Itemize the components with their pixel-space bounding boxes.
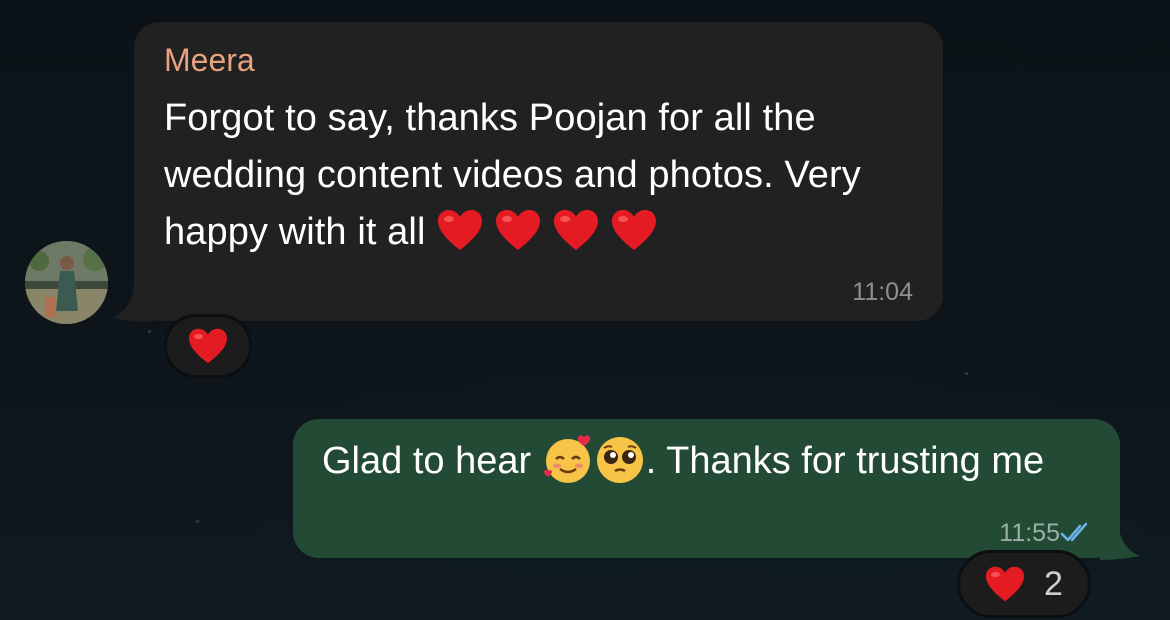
heart-icon xyxy=(553,210,598,250)
heart-icon xyxy=(611,210,656,250)
incoming-message-text: Forgot to say, thanks Poojan for all the… xyxy=(164,90,924,261)
avatar[interactable] xyxy=(25,241,108,324)
incoming-message-bubble[interactable]: Meera Forgot to say, thanks Poojan for a… xyxy=(134,22,943,321)
pleading-face-icon xyxy=(596,437,643,483)
message-reaction[interactable]: 2 xyxy=(957,550,1091,618)
heart-emoji-row xyxy=(436,208,658,252)
sender-name[interactable]: Meera xyxy=(164,42,255,78)
heart-icon xyxy=(986,566,1024,602)
outgoing-message-bubble[interactable]: Glad to hear . Thanks for trusting me 11… xyxy=(293,419,1120,558)
message-reaction[interactable] xyxy=(164,314,252,378)
outgoing-text-part1: Glad to hear xyxy=(322,440,532,482)
message-timestamp: 11:55 xyxy=(999,519,1060,547)
read-double-check-icon xyxy=(1060,522,1088,542)
heart-icon xyxy=(437,210,482,250)
wallpaper-speck xyxy=(965,372,968,375)
outgoing-message-text: Glad to hear . Thanks for trusting me xyxy=(322,433,1102,490)
wallpaper-speck xyxy=(148,330,151,333)
smiling-face-with-hearts-icon xyxy=(543,435,590,483)
message-timestamp: 11:04 xyxy=(852,278,913,306)
outgoing-text-part2: . Thanks for trusting me xyxy=(645,440,1045,482)
heart-icon xyxy=(189,328,227,364)
reaction-count: 2 xyxy=(1044,564,1063,603)
heart-icon xyxy=(495,210,540,250)
wallpaper-speck xyxy=(196,520,199,523)
